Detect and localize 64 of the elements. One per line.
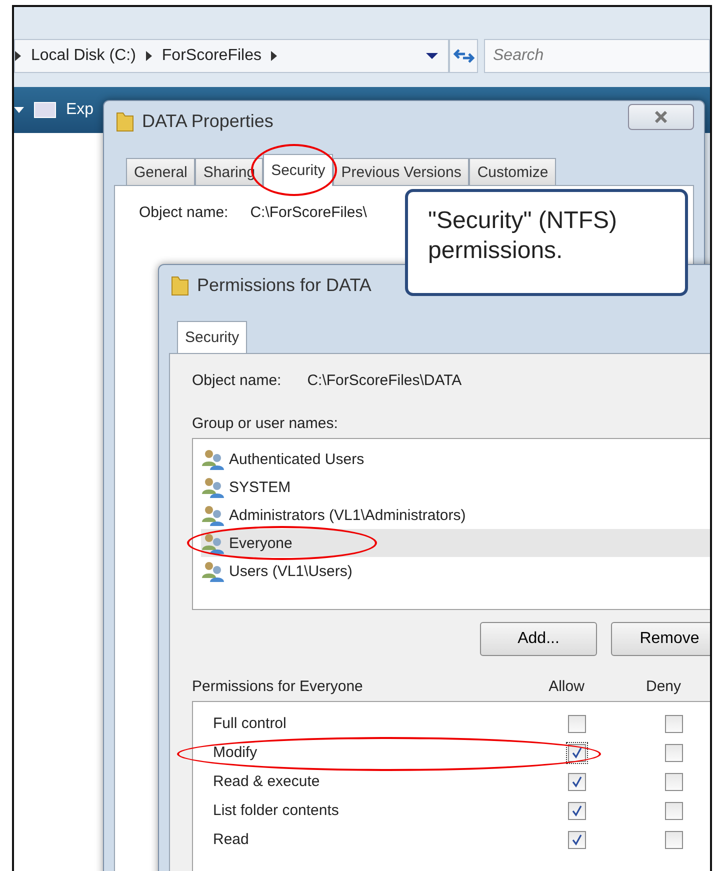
- user-item[interactable]: Administrators (VL1\Administrators): [201, 501, 710, 529]
- deny-checkbox[interactable]: [664, 772, 682, 790]
- folder-icon: [171, 274, 189, 296]
- tab[interactable]: Security: [177, 321, 248, 353]
- permission-name: List folder contents: [213, 802, 340, 819]
- permission-name: Full control: [213, 715, 288, 732]
- object-name-value: C:\ForScoreFiles\: [250, 204, 367, 221]
- search-field[interactable]: Search: [484, 39, 710, 73]
- allow-checkbox[interactable]: [568, 744, 586, 762]
- breadcrumb-item[interactable]: ForScoreFiles: [162, 47, 262, 65]
- user-item[interactable]: SYSTEM: [201, 473, 710, 501]
- caret-icon: [14, 107, 24, 113]
- callout-text: "Security" (NTFS) permissions.: [428, 207, 618, 264]
- permissions-label: Permissions for Everyone: [192, 678, 364, 695]
- checkmark-icon: [570, 746, 584, 760]
- close-icon: [653, 111, 669, 123]
- users-icon: [201, 560, 227, 582]
- allow-checkbox[interactable]: [568, 714, 586, 732]
- refresh-icon: [452, 48, 474, 64]
- refresh-button[interactable]: [449, 39, 478, 73]
- chevron-icon: [271, 51, 278, 61]
- tab[interactable]: Previous Versions: [333, 158, 470, 185]
- group-label: Group or user names:: [192, 415, 339, 432]
- allow-checkbox[interactable]: [568, 802, 586, 820]
- window-title: DATA Properties: [142, 110, 274, 132]
- permission-name: Modify: [213, 744, 258, 761]
- users-icon: [201, 476, 227, 498]
- dialog-button[interactable]: Remove: [611, 622, 710, 656]
- checkmark-icon: [570, 804, 584, 818]
- breadcrumb-item[interactable]: Local Disk (C:): [31, 47, 136, 65]
- tab[interactable]: General: [126, 158, 196, 185]
- window-title: Permissions for DATA: [197, 274, 372, 296]
- user-item[interactable]: Everyone: [201, 529, 710, 557]
- checkmark-icon: [570, 832, 584, 846]
- permission-name: Read & execute: [213, 773, 321, 790]
- object-name-value: C:\ForScoreFiles\DATA: [307, 372, 462, 389]
- users-icon: [201, 532, 227, 554]
- users-icon: [201, 448, 227, 470]
- column-header: Allow: [548, 678, 586, 695]
- deny-checkbox[interactable]: [664, 830, 682, 848]
- address-bar[interactable]: Local Disk (C:) ForScoreFiles: [14, 39, 449, 73]
- folder-icon: [116, 110, 134, 132]
- window-icon: [34, 102, 56, 118]
- user-item[interactable]: Authenticated Users: [201, 445, 710, 473]
- object-name-label: Object name:: [139, 204, 228, 221]
- toolbar-item[interactable]: Exp: [66, 101, 94, 119]
- tab[interactable]: Customize: [469, 158, 556, 185]
- chevron-icon: [15, 51, 21, 61]
- tab[interactable]: Security: [263, 154, 334, 186]
- deny-checkbox[interactable]: [664, 714, 682, 732]
- allow-checkbox[interactable]: [568, 772, 586, 790]
- object-name-label: Object name:: [192, 372, 282, 389]
- users-icon: [201, 504, 227, 526]
- allow-checkbox[interactable]: [568, 830, 586, 848]
- dropdown-icon[interactable]: [426, 53, 438, 59]
- deny-checkbox[interactable]: [664, 802, 682, 820]
- close-button[interactable]: [628, 104, 694, 130]
- user-item[interactable]: Users (VL1\Users): [201, 557, 710, 585]
- chevron-icon: [146, 51, 152, 61]
- dialog-button[interactable]: Add...: [480, 622, 597, 656]
- column-header: Deny: [644, 678, 682, 695]
- permission-name: Read: [213, 831, 250, 848]
- deny-checkbox[interactable]: [664, 744, 682, 762]
- checkmark-icon: [570, 774, 584, 788]
